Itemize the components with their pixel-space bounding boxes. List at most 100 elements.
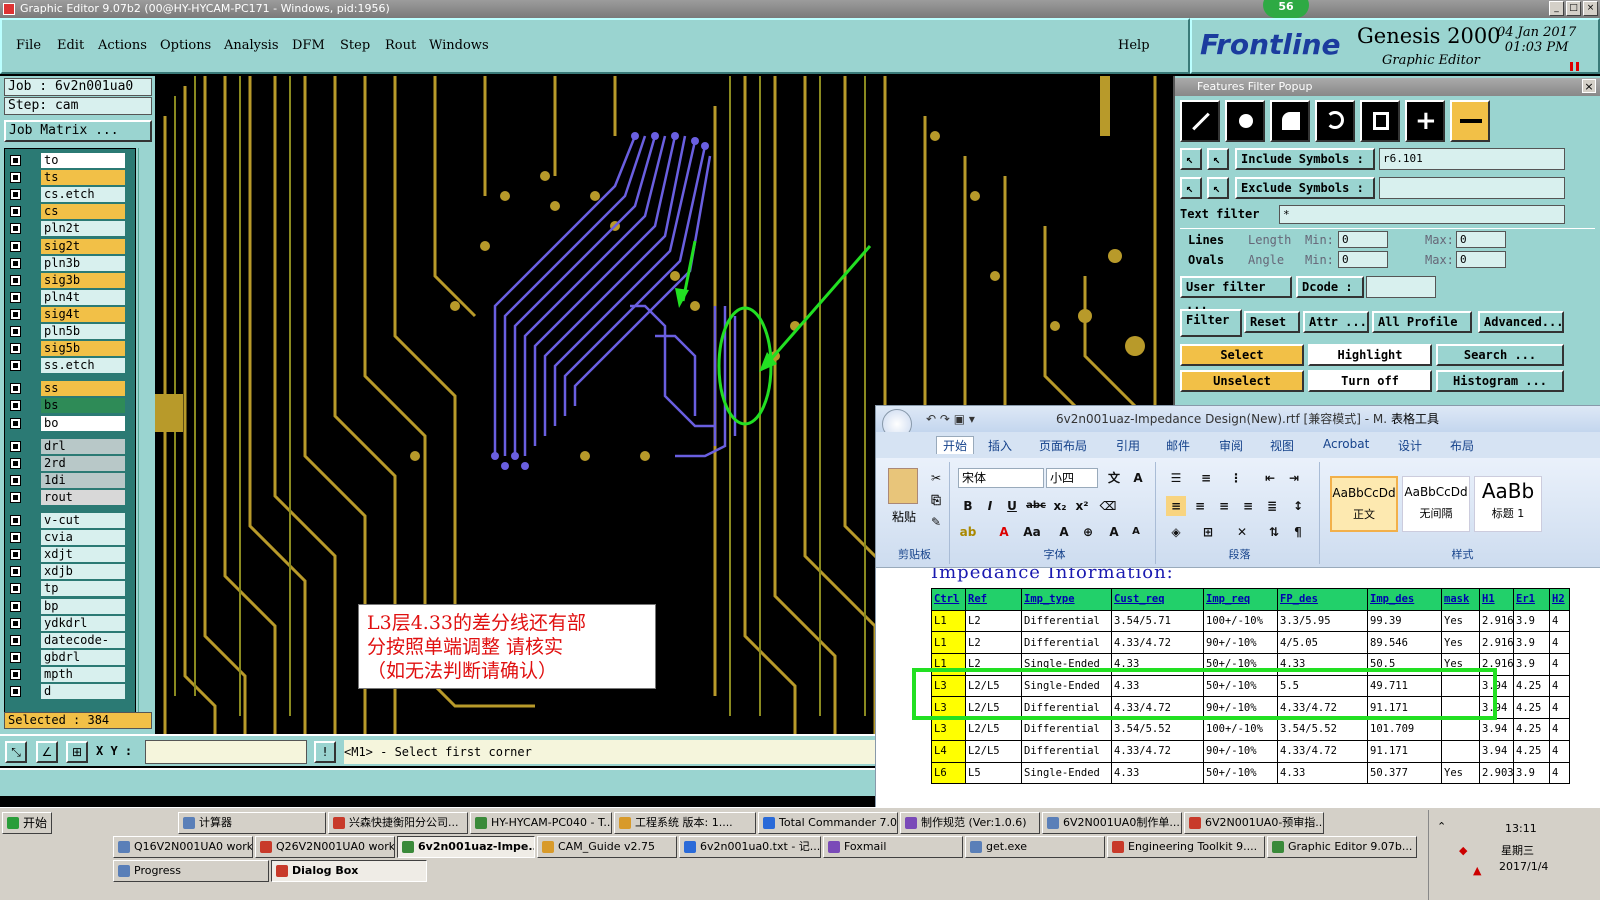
- layer-row[interactable]: ss.etch: [5, 358, 137, 374]
- ovals-checkbox[interactable]: Ovals: [1188, 253, 1224, 267]
- tab-home[interactable]: 开始: [936, 436, 975, 454]
- layer-name[interactable]: xdjb: [41, 564, 125, 580]
- turn-off-button[interactable]: Turn off: [1308, 370, 1432, 392]
- layer-name[interactable]: ts: [41, 170, 125, 186]
- align-center-icon[interactable]: ≡: [1190, 496, 1210, 516]
- pad-feature-button[interactable]: [1225, 100, 1265, 142]
- layer-name[interactable]: xdjt: [41, 547, 125, 563]
- layer-name[interactable]: cs: [41, 204, 125, 220]
- paste-icon[interactable]: [888, 468, 918, 504]
- layer-row[interactable]: v-cut: [5, 513, 137, 528]
- exclude-pick2-icon[interactable]: ↖: [1207, 177, 1229, 199]
- table-cell[interactable]: Single-Ended: [1021, 674, 1112, 698]
- xy-input[interactable]: [145, 740, 307, 764]
- table-cell[interactable]: 3.94: [1479, 739, 1514, 763]
- include-pick-icon[interactable]: ↖: [1180, 148, 1202, 170]
- font-color-icon[interactable]: A: [994, 522, 1014, 542]
- table-cell[interactable]: Differential: [1021, 609, 1112, 633]
- layer-name[interactable]: sig4t: [41, 306, 125, 322]
- layer-name[interactable]: gbdrl: [41, 649, 125, 665]
- table-cell[interactable]: 4.33/4.72: [1277, 739, 1368, 763]
- superscript-icon[interactable]: x²: [1072, 496, 1092, 516]
- layer-row[interactable]: bs: [5, 398, 137, 414]
- dcode-input[interactable]: [1366, 276, 1436, 298]
- char-shading-icon[interactable]: A: [1054, 522, 1074, 542]
- clear-format-icon[interactable]: ⌫: [1098, 496, 1118, 516]
- layer-row[interactable]: d: [5, 684, 137, 699]
- menu-dfm[interactable]: DFM: [292, 38, 325, 53]
- layer-name[interactable]: pln5b: [41, 324, 125, 339]
- table-cell[interactable]: 50+/-10%: [1203, 761, 1278, 785]
- table-cell[interactable]: L3: [931, 674, 966, 698]
- taskbar-button[interactable]: HY-HYCAM-PC040 - T...: [470, 812, 612, 834]
- layer-name[interactable]: tp: [41, 581, 125, 597]
- taskbar-button[interactable]: 制作规范 (Ver:1.0.6): [900, 812, 1040, 834]
- include-symbols-input[interactable]: r6.101: [1379, 148, 1565, 170]
- layer-name[interactable]: d: [41, 684, 125, 699]
- table-cell[interactable]: 4: [1549, 718, 1570, 741]
- font-name-select[interactable]: 宋体: [958, 468, 1044, 488]
- distributed-icon[interactable]: ≣: [1262, 496, 1282, 516]
- layer-row[interactable]: cs.etch: [5, 187, 137, 203]
- highlight-button[interactable]: Highlight: [1308, 344, 1432, 366]
- table-cell[interactable]: Yes: [1441, 653, 1480, 676]
- layer-checkbox[interactable]: [10, 686, 21, 697]
- layer-row[interactable]: pln3b: [5, 255, 137, 271]
- layer-name[interactable]: pln4t: [41, 289, 125, 305]
- table-cell[interactable]: 49.711: [1367, 674, 1442, 698]
- table-cell[interactable]: 4.33: [1111, 653, 1204, 676]
- table-cell[interactable]: 4: [1549, 609, 1570, 633]
- layer-name[interactable]: mpth: [41, 666, 125, 682]
- layer-checkbox[interactable]: [10, 383, 21, 395]
- layer-name[interactable]: 1di: [41, 472, 125, 488]
- angle-checkbox[interactable]: Angle: [1248, 253, 1284, 267]
- lines-checkbox[interactable]: Lines: [1188, 233, 1224, 247]
- table-cell[interactable]: 50+/-10%: [1203, 674, 1278, 698]
- layer-name[interactable]: sig3b: [41, 272, 125, 288]
- cut-icon[interactable]: ✂: [926, 468, 946, 488]
- subscript-icon[interactable]: x₂: [1050, 496, 1070, 516]
- table-cell[interactable]: 4: [1549, 739, 1570, 763]
- highlight-color-icon[interactable]: ab: [958, 522, 978, 542]
- table-cell[interactable]: L3: [931, 718, 966, 741]
- sort-icon[interactable]: ⇅: [1264, 522, 1284, 542]
- job-matrix-button[interactable]: Job Matrix ...: [4, 120, 152, 142]
- strikethrough-icon[interactable]: abc: [1026, 496, 1046, 516]
- table-cell[interactable]: 90+/-10%: [1203, 739, 1278, 763]
- table-cell[interactable]: L2/L5: [965, 696, 1022, 720]
- table-cell[interactable]: Differential: [1021, 718, 1112, 741]
- close-button[interactable]: ×: [1583, 1, 1598, 16]
- layer-row[interactable]: sig5b: [5, 341, 137, 357]
- bold-icon[interactable]: B: [958, 496, 978, 516]
- layer-checkbox[interactable]: [10, 360, 21, 372]
- layer-scrollbar[interactable]: [138, 148, 152, 728]
- taskbar-button[interactable]: 6V2N001UA0-预审指...: [1184, 812, 1324, 834]
- line-feature-button[interactable]: [1180, 100, 1220, 142]
- change-case-icon[interactable]: Aa: [1022, 522, 1042, 542]
- layer-row[interactable]: datecode-pbe: [5, 632, 137, 662]
- layer-checkbox[interactable]: [10, 532, 21, 544]
- table-cell[interactable]: Differential: [1021, 739, 1112, 763]
- layer-checkbox[interactable]: [10, 326, 21, 337]
- table-cell[interactable]: 3.9: [1513, 609, 1550, 633]
- style-heading-1[interactable]: AaBb 标题 1: [1474, 476, 1542, 532]
- tab-page-layout[interactable]: 页面布局: [1039, 437, 1087, 454]
- text-feature-button[interactable]: [1360, 100, 1400, 142]
- taskbar-button[interactable]: Q26V2N001UA0 work...: [255, 836, 395, 858]
- layer-checkbox[interactable]: [10, 206, 21, 218]
- table-cell[interactable]: 4/5.05: [1277, 631, 1368, 655]
- table-cell[interactable]: 4.33/4.72: [1277, 696, 1368, 720]
- paste-label[interactable]: 粘贴: [892, 508, 916, 525]
- layer-name[interactable]: v-cut: [41, 513, 125, 528]
- taskbar-button[interactable]: Dialog Box: [271, 860, 427, 882]
- table-cell[interactable]: L2: [965, 653, 1022, 676]
- table-cell[interactable]: L2: [965, 631, 1022, 655]
- layer-checkbox[interactable]: [10, 257, 21, 269]
- table-cell[interactable]: 4: [1549, 653, 1570, 676]
- taskbar-button[interactable]: Q16V2N001UA0 work...: [113, 836, 253, 858]
- layer-row[interactable]: ts: [5, 170, 137, 186]
- table-cell[interactable]: L1: [931, 609, 966, 633]
- layer-row[interactable]: cvia: [5, 530, 137, 546]
- zoom-tool-icon[interactable]: ⤡: [5, 741, 27, 763]
- table-cell[interactable]: L1: [931, 631, 966, 655]
